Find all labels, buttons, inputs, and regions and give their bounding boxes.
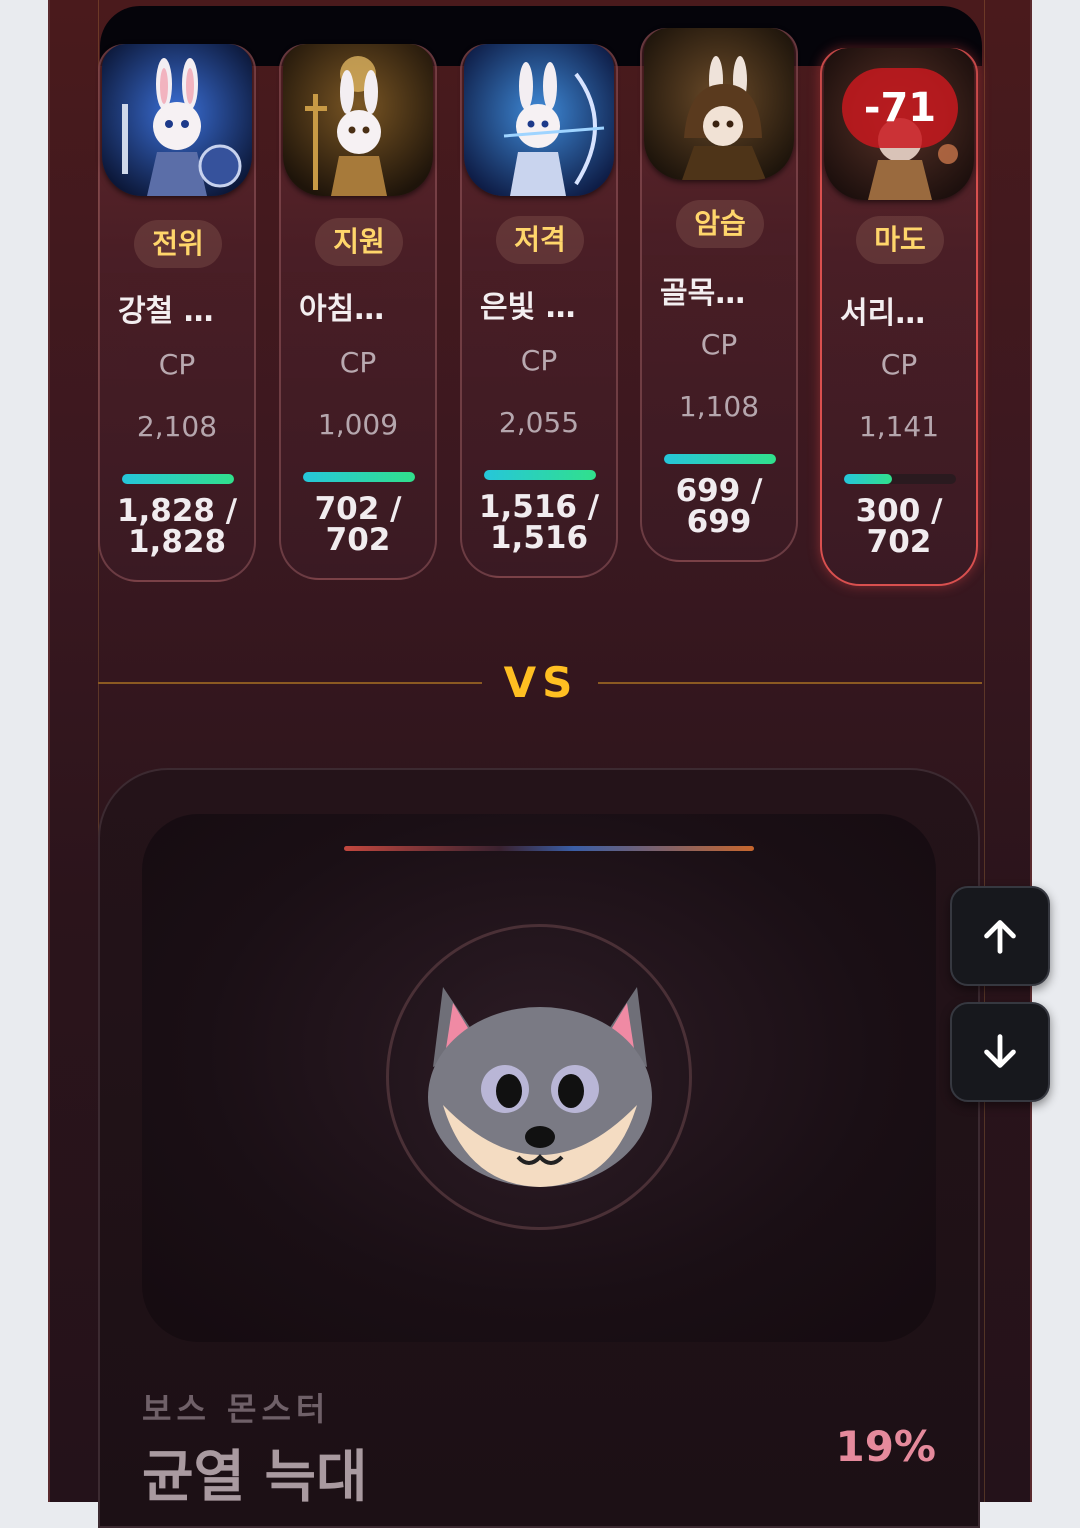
party-card-support[interactable]: 지원 아침… CP 1,009 702 /702 xyxy=(279,44,437,580)
scroll-up-button[interactable] xyxy=(950,886,1050,986)
boss-name: 균열 늑대 xyxy=(142,1445,368,1510)
hp-max: 699 xyxy=(686,504,752,540)
role-badge: 전위 xyxy=(134,220,222,268)
vs-label: VS xyxy=(503,658,579,707)
boss-portrait-ring xyxy=(386,924,692,1230)
rabbit-priest-portrait xyxy=(283,44,433,196)
cp-label: CP xyxy=(158,348,196,381)
arrow-down-icon xyxy=(984,1034,1016,1068)
cp-value: 2,055 xyxy=(498,406,580,439)
hp-bar xyxy=(303,472,415,482)
wolf-face-icon xyxy=(428,987,652,1187)
party-card-assassin[interactable]: 암습 골목… CP 1,108 699 /699 xyxy=(640,28,798,562)
role-badge: 저격 xyxy=(496,216,584,264)
cp-label: CP xyxy=(520,344,558,377)
scroll-down-button[interactable] xyxy=(950,1002,1050,1102)
hp-bar-fill xyxy=(122,474,234,484)
hero-name: 아침… xyxy=(299,292,385,327)
cp-value: 2,108 xyxy=(136,410,218,443)
cp-value: 1,108 xyxy=(678,390,760,423)
cp-label: CP xyxy=(339,346,377,379)
hp-text: 1,828 /1,828 xyxy=(116,493,238,560)
boss-percent: 19% xyxy=(835,1422,936,1471)
vs-divider-left xyxy=(98,682,482,684)
hp-bar xyxy=(844,474,956,484)
party-card-sniper[interactable]: 저격 은빛 … CP 2,055 1,516 /1,516 xyxy=(460,44,618,578)
rabbit-rogue-portrait xyxy=(644,28,794,180)
vs-divider-right xyxy=(598,682,982,684)
rabbit-knight-portrait xyxy=(102,44,252,196)
boss-element-stripe xyxy=(344,846,754,851)
arrow-up-icon xyxy=(984,920,1016,954)
hero-name: 은빛 … xyxy=(480,290,576,325)
role-badge: 지원 xyxy=(315,218,403,266)
boss-subtitle: 보스 몬스터 xyxy=(142,1390,331,1428)
hp-max: 702 xyxy=(866,524,932,560)
hp-text: 699 /699 xyxy=(675,473,763,540)
hp-bar xyxy=(484,470,596,480)
hp-max: 1,516 xyxy=(489,520,589,556)
hp-text: 1,516 /1,516 xyxy=(478,489,600,556)
hero-name: 골목… xyxy=(660,276,746,311)
cp-label: CP xyxy=(700,328,738,361)
hp-bar xyxy=(122,474,234,484)
hp-bar-fill xyxy=(303,472,415,482)
rabbit-archer-portrait xyxy=(464,44,614,196)
hp-bar-fill xyxy=(484,470,596,480)
cp-value: 1,141 xyxy=(858,410,940,443)
cp-label: CP xyxy=(880,348,918,381)
hero-name: 강철 … xyxy=(118,294,214,329)
role-badge: 암습 xyxy=(676,200,764,248)
hp-bar-fill xyxy=(664,454,776,464)
hp-bar xyxy=(664,454,776,464)
damage-popup: -71 xyxy=(842,68,958,148)
party-cards: 전위 강철 … CP 2,108 1,828 /1,828 지원 아침… CP … xyxy=(0,0,1080,600)
hp-max: 1,828 xyxy=(127,524,227,560)
hp-max: 702 xyxy=(325,522,391,558)
party-card-vanguard[interactable]: 전위 강철 … CP 2,108 1,828 /1,828 xyxy=(98,44,256,582)
hp-bar-fill xyxy=(844,474,893,484)
hp-text: 702 /702 xyxy=(314,491,402,558)
role-badge: 마도 xyxy=(856,216,944,264)
hero-name: 서리… xyxy=(840,296,926,331)
hp-text: 300 /702 xyxy=(855,493,943,560)
cp-value: 1,009 xyxy=(317,408,399,441)
